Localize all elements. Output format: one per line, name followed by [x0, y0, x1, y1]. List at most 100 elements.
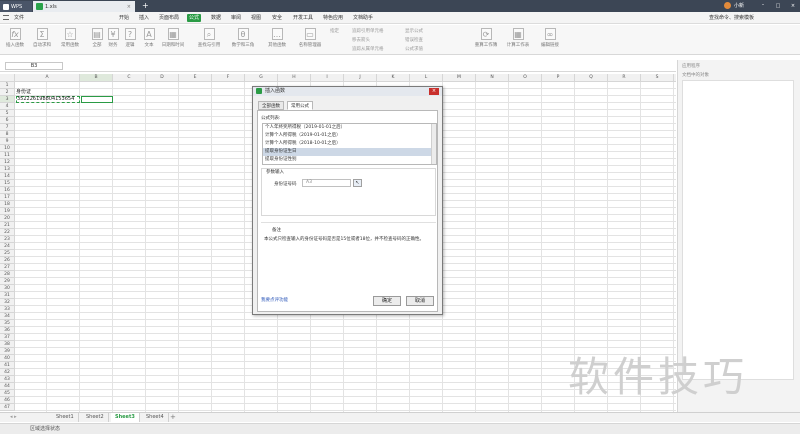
tab-common-formulas[interactable]: 常用公式	[287, 101, 313, 110]
formula-item-selected[interactable]: 提取身份证生日	[263, 148, 431, 156]
row-header[interactable]: 41	[0, 362, 15, 369]
new-tab-button[interactable]: +	[142, 1, 149, 11]
column-header[interactable]: T	[674, 74, 676, 82]
document-tab[interactable]: 1.xls ×	[33, 1, 135, 12]
column-header[interactable]: O	[509, 74, 542, 82]
row-header[interactable]: 16	[0, 187, 15, 194]
column-header[interactable]: H	[278, 74, 311, 82]
command-search[interactable]: 查找命令、搜索模板	[707, 14, 756, 22]
column-header[interactable]: S	[641, 74, 674, 82]
row-header[interactable]: 47	[0, 404, 15, 411]
range-select-icon[interactable]: ↖	[353, 179, 362, 187]
cell-b3-selected[interactable]	[81, 96, 113, 103]
row-header[interactable]: 1	[0, 82, 15, 89]
column-header[interactable]: G	[245, 74, 278, 82]
column-header[interactable]: D	[146, 74, 179, 82]
row-header[interactable]: 33	[0, 306, 15, 313]
menu-data[interactable]: 数据	[209, 14, 223, 22]
row-header[interactable]: 26	[0, 257, 15, 264]
row-header[interactable]: 39	[0, 348, 15, 355]
row-header[interactable]: 36	[0, 327, 15, 334]
column-header[interactable]: I	[311, 74, 344, 82]
row-header[interactable]: 23	[0, 236, 15, 243]
row-header[interactable]: 35	[0, 320, 15, 327]
column-header[interactable]: B	[80, 74, 113, 82]
column-header[interactable]: Q	[575, 74, 608, 82]
lookup-button[interactable]: ⌕ 查找与引用	[196, 28, 222, 53]
feedback-link[interactable]: 我要点评功能	[261, 297, 288, 303]
close-tab-icon[interactable]: ×	[127, 4, 131, 10]
row-header[interactable]: 24	[0, 243, 15, 250]
sheet-tab-3[interactable]: Sheet3	[111, 413, 140, 422]
minimize-button[interactable]: –	[756, 1, 770, 11]
row-header[interactable]: 28	[0, 271, 15, 278]
row-header[interactable]: 44	[0, 383, 15, 390]
row-header[interactable]: 29	[0, 278, 15, 285]
row-header[interactable]: 46	[0, 397, 15, 404]
add-sheet-button[interactable]: +	[170, 413, 176, 422]
name-manager-button[interactable]: ▭ 名称管理器	[297, 28, 323, 53]
user-name[interactable]: 小新	[734, 2, 744, 10]
text-button[interactable]: A 文本	[136, 28, 162, 53]
menu-start[interactable]: 开始	[117, 14, 131, 22]
menu-featured-apps[interactable]: 特色应用	[321, 14, 345, 22]
row-header[interactable]: 5	[0, 110, 15, 117]
cell-a2[interactable]: 身份证	[16, 89, 31, 96]
row-header[interactable]: 40	[0, 355, 15, 362]
column-header[interactable]: P	[542, 74, 575, 82]
row-header[interactable]: 11	[0, 152, 15, 159]
row-header[interactable]: 14	[0, 173, 15, 180]
insert-function-button[interactable]: fx 插入函数	[2, 28, 28, 53]
dialog-close-icon[interactable]: ×	[429, 88, 439, 95]
cell-a3[interactable]: 352226198804153654	[16, 96, 80, 103]
row-header[interactable]: 34	[0, 313, 15, 320]
row-header[interactable]: 4	[0, 103, 15, 110]
menu-review[interactable]: 审阅	[229, 14, 243, 22]
remove-arrows-button[interactable]: 移去箭头	[352, 37, 370, 43]
row-header[interactable]: 31	[0, 292, 15, 299]
row-header[interactable]: 45	[0, 390, 15, 397]
menu-insert[interactable]: 插入	[137, 14, 151, 22]
math-trig-button[interactable]: θ 数学和三角	[230, 28, 256, 53]
column-header[interactable]: N	[476, 74, 509, 82]
maximize-button[interactable]: □	[771, 1, 785, 11]
column-header[interactable]: M	[443, 74, 476, 82]
column-header[interactable]: E	[179, 74, 212, 82]
row-header[interactable]: 15	[0, 180, 15, 187]
sheet-tab-4[interactable]: Sheet4	[142, 413, 169, 422]
trace-precedents-button[interactable]: 追踪引用单元格	[352, 28, 384, 34]
column-header[interactable]: K	[377, 74, 410, 82]
cancel-button[interactable]: 取消	[406, 296, 434, 306]
formula-item[interactable]: 计算个人所得税（2018-10-01之后）	[263, 140, 431, 148]
row-header[interactable]: 6	[0, 117, 15, 124]
dialog-title-bar[interactable]: 插入函数 ×	[253, 87, 442, 96]
formula-item[interactable]: 计算个人所得税（2019-01-01之后）	[263, 132, 431, 140]
other-functions-button[interactable]: … 其他函数	[264, 28, 290, 53]
column-header[interactable]: L	[410, 74, 443, 82]
row-header[interactable]: 9	[0, 138, 15, 145]
row-header[interactable]: 10	[0, 145, 15, 152]
recalc-workbook-button[interactable]: ⟳ 重算工作簿	[473, 28, 499, 53]
row-header[interactable]: 30	[0, 285, 15, 292]
row-header[interactable]: 19	[0, 208, 15, 215]
column-header[interactable]: A	[15, 74, 80, 82]
row-header[interactable]: 13	[0, 166, 15, 173]
formula-list-scrollbar[interactable]	[431, 124, 436, 164]
menu-doc-assistant[interactable]: 文档助手	[351, 14, 375, 22]
menu-view[interactable]: 视图	[249, 14, 263, 22]
row-header[interactable]: 42	[0, 369, 15, 376]
error-check-button[interactable]: 错误检查	[405, 37, 423, 43]
row-header[interactable]: 7	[0, 124, 15, 131]
autosum-button[interactable]: Σ 自动求和	[29, 28, 55, 53]
close-window-button[interactable]: ×	[786, 1, 800, 11]
common-functions-button[interactable]: ☆ 常用函数	[57, 28, 83, 53]
row-header[interactable]: 43	[0, 376, 15, 383]
sheet-tab-2[interactable]: Sheet2	[82, 413, 109, 422]
row-header[interactable]: 21	[0, 222, 15, 229]
row-header[interactable]: 38	[0, 341, 15, 348]
tab-all-functions[interactable]: 全部函数	[258, 101, 284, 110]
row-header[interactable]: 25	[0, 250, 15, 257]
row-header[interactable]: 3	[0, 96, 15, 103]
name-box[interactable]: B3	[5, 62, 63, 70]
sheet-tab-1[interactable]: Sheet1	[52, 413, 79, 422]
